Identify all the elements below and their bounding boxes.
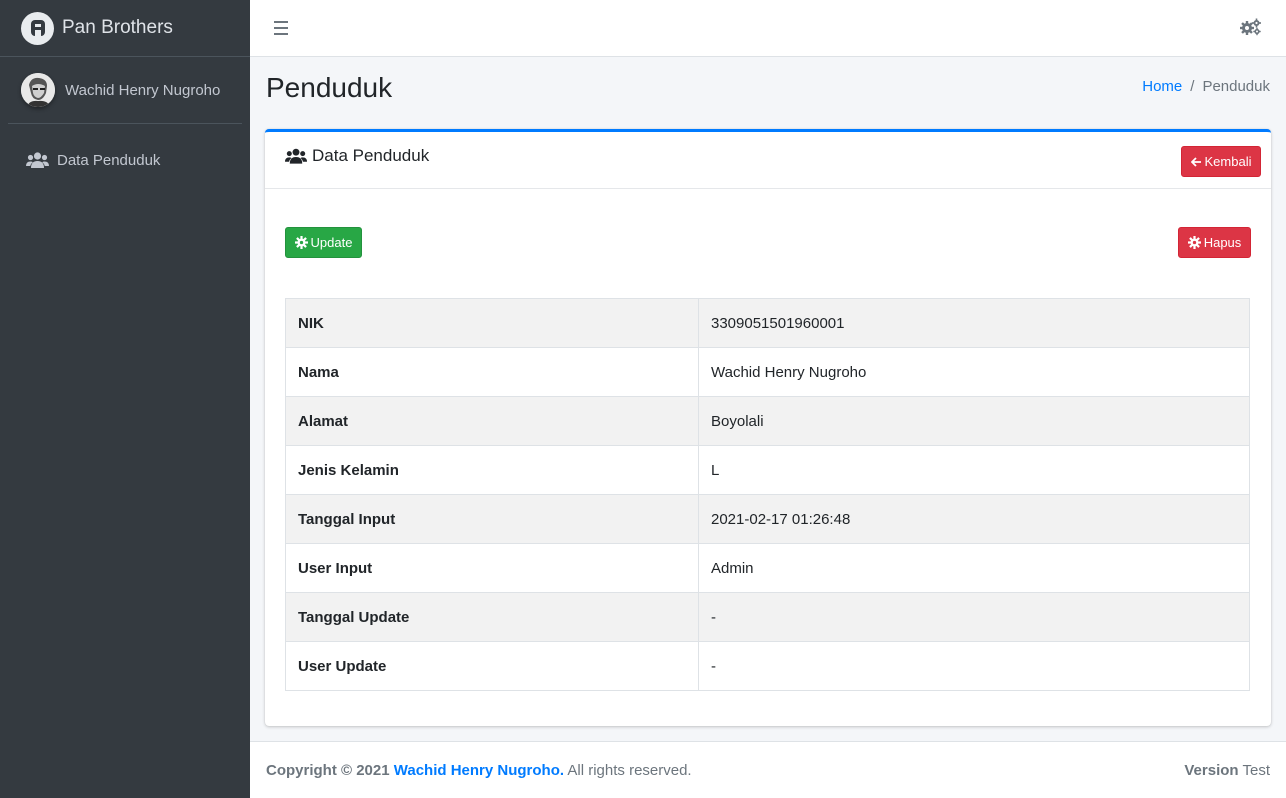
breadcrumb: Home / Penduduk (1142, 78, 1270, 95)
copyright-prefix: Copyright © 2021 (266, 761, 390, 779)
detail-table: NIK 3309051501960001 Nama Wachid Henry N… (285, 298, 1250, 691)
user-name: Wachid Henry Nugroho (65, 81, 221, 99)
brand-link[interactable]: Pan Brothers (0, 0, 250, 57)
rights-text: All rights reserved. (567, 761, 692, 779)
breadcrumb-home-link[interactable]: Home (1142, 78, 1182, 95)
sidebar-item-data-penduduk[interactable]: Data Penduduk (8, 140, 242, 180)
row-value: 3309051501960001 (698, 298, 1250, 348)
page-title: Penduduk (266, 72, 393, 103)
row-key: User Update (285, 641, 699, 691)
table-row: Tanggal Input 2021-02-17 01:26:48 (285, 494, 1250, 544)
row-value: Boyolali (698, 396, 1250, 446)
row-key: Jenis Kelamin (285, 445, 699, 495)
update-button[interactable]: Update (285, 227, 362, 258)
kembali-button[interactable]: Kembali (1181, 146, 1261, 177)
hapus-label: Hapus (1203, 235, 1242, 250)
sidebar: Pan Brothers Wachid Henry Nugroho Data P… (0, 0, 250, 798)
kembali-label: Kembali (1204, 154, 1252, 169)
table-row: NIK 3309051501960001 (285, 298, 1250, 348)
version-value: Test (1242, 761, 1270, 779)
row-value: - (698, 641, 1250, 691)
hapus-button[interactable]: Hapus (1178, 227, 1251, 258)
row-key: Tanggal Update (285, 592, 699, 642)
version-label: Version (1184, 761, 1239, 779)
card-title-text: Data Penduduk (312, 146, 430, 165)
brand-logo-icon (21, 11, 54, 45)
brand-name: Pan Brothers (62, 17, 173, 38)
sidebar-item-label: Data Penduduk (57, 151, 161, 169)
bars-icon[interactable] (274, 21, 288, 35)
detail-card: Data Penduduk Kembali Update Hapus NIK 3… (265, 129, 1271, 726)
version-info: Version Test (1184, 762, 1270, 779)
card-title: Data Penduduk (285, 146, 429, 166)
row-key: Alamat (285, 396, 699, 446)
cogs-icon[interactable] (1240, 18, 1262, 40)
author-link[interactable]: Wachid Henry Nugroho. (394, 762, 564, 779)
row-value: L (698, 445, 1250, 495)
user-panel[interactable]: Wachid Henry Nugroho (8, 57, 242, 124)
gear-icon (1187, 236, 1201, 249)
table-row: Nama Wachid Henry Nugroho (285, 347, 1250, 397)
breadcrumb-separator: / (1190, 78, 1195, 95)
users-icon (26, 152, 49, 168)
row-key: Tanggal Input (285, 494, 699, 544)
users-icon (285, 148, 307, 164)
copyright: Copyright © 2021 Wachid Henry Nugroho. A… (266, 762, 692, 779)
table-row: Tanggal Update - (285, 592, 1250, 642)
row-value: - (698, 592, 1250, 642)
gear-icon (294, 236, 308, 249)
table-row: Jenis Kelamin L (285, 445, 1250, 495)
footer: Copyright © 2021 Wachid Henry Nugroho. A… (250, 741, 1286, 798)
table-row: User Update - (285, 641, 1250, 691)
row-key: Nama (285, 347, 699, 397)
top-navbar (250, 0, 1286, 57)
card-header: Data Penduduk Kembali (265, 132, 1271, 189)
update-label: Update (310, 235, 353, 250)
breadcrumb-current: Penduduk (1202, 78, 1270, 95)
row-value: Admin (698, 543, 1250, 593)
table-row: Alamat Boyolali (285, 396, 1250, 446)
row-key: User Input (285, 543, 699, 593)
row-value: Wachid Henry Nugroho (698, 347, 1250, 397)
arrow-left-icon (1190, 156, 1202, 167)
table-row: User Input Admin (285, 543, 1250, 593)
row-key: NIK (285, 298, 699, 348)
row-value: 2021-02-17 01:26:48 (698, 494, 1250, 544)
avatar (21, 73, 55, 107)
